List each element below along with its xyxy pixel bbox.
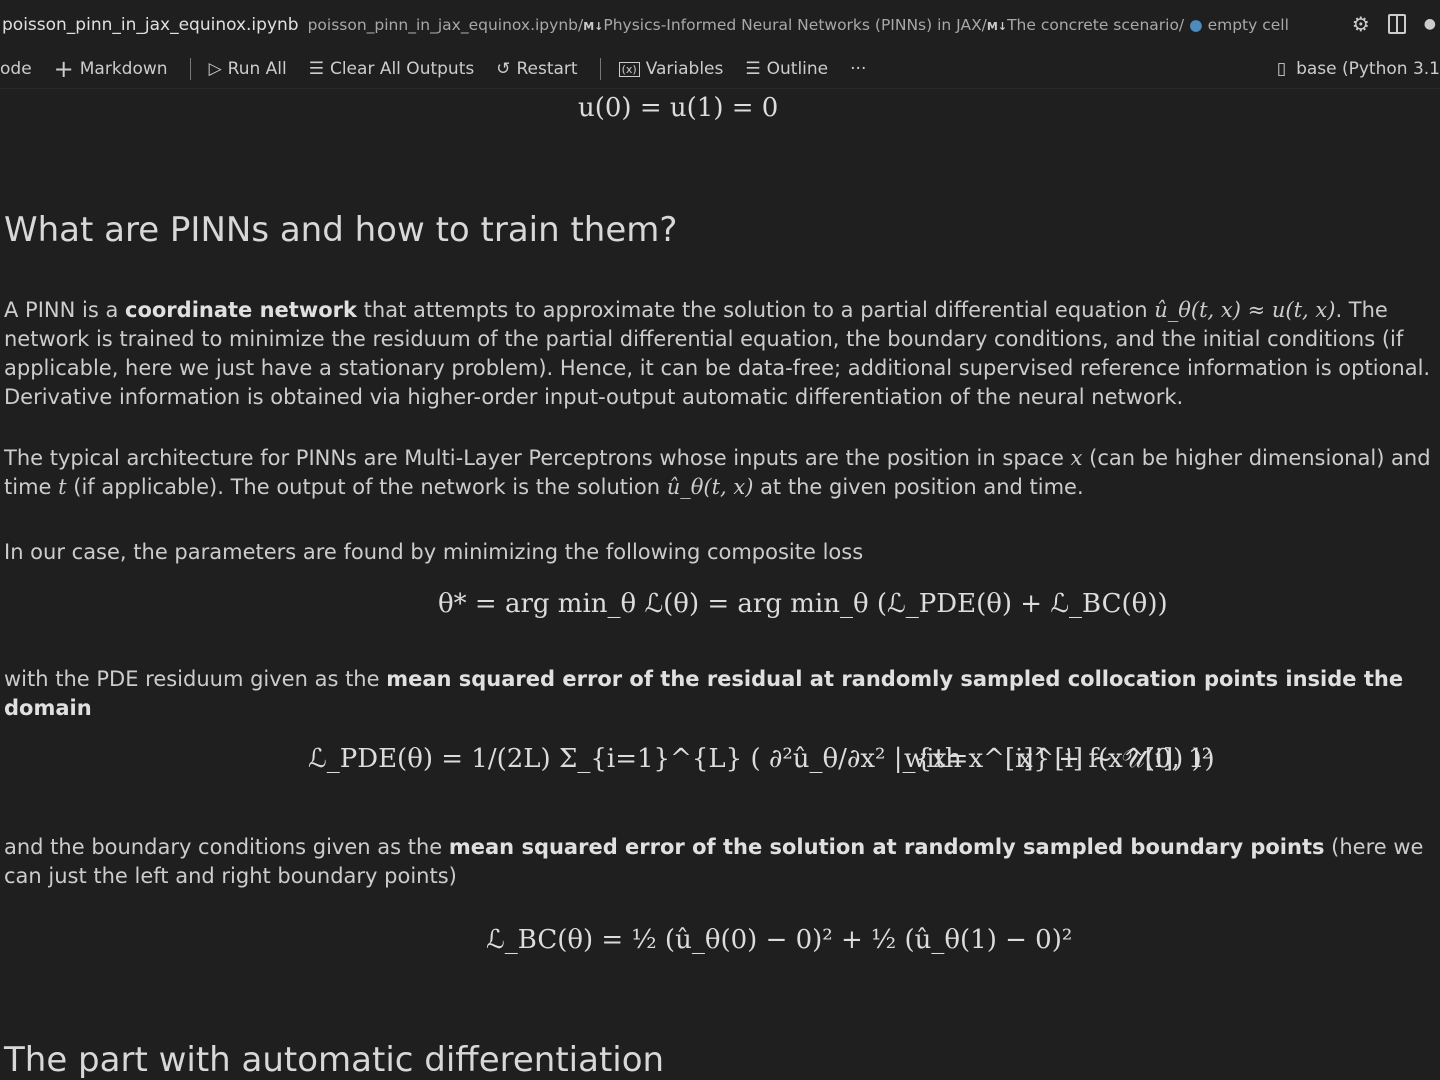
kernel-picker[interactable]: ▯ base (Python 3.1 bbox=[1277, 50, 1440, 88]
markdown-icon: M↓ bbox=[986, 20, 1008, 33]
run-all-icon: ▷ bbox=[208, 59, 222, 79]
python-icon: ● bbox=[1189, 16, 1203, 34]
notebook-toolbar: ode + Markdown ▷ Run All ☰ Clear All Output… bbox=[0, 50, 1440, 89]
clear-outputs-icon: ☰ bbox=[308, 59, 324, 79]
paragraph: In our case, the parameters are found by… bbox=[4, 540, 864, 564]
kernel-icon: ▯ bbox=[1276, 59, 1287, 79]
run-all-label: Run All bbox=[227, 59, 287, 79]
text: at the given position and time. bbox=[753, 475, 1084, 499]
breadcrumb-item[interactable]: The concrete scenario/ bbox=[1007, 16, 1184, 34]
equation-boundary: u(0) = u(1) = 0 bbox=[578, 93, 779, 123]
inline-math: û_θ(t, x) bbox=[666, 475, 754, 499]
paragraph: A PINN is a coordinate network that atte… bbox=[4, 296, 1440, 412]
text: (if applicable). The output of the netwo… bbox=[66, 475, 667, 499]
paragraph: with the PDE residuum given as the mean … bbox=[4, 665, 1440, 723]
inline-math: t bbox=[58, 475, 67, 499]
paragraph: and the boundary conditions given as the… bbox=[4, 833, 1440, 891]
variables-label: Variables bbox=[645, 59, 724, 79]
run-all-button[interactable]: ▷ Run All bbox=[209, 59, 287, 79]
notebook-titlebar: poisson_pinn_in_jax_equinox.ipynb poisso… bbox=[0, 0, 1440, 50]
inline-math: û_θ(t, x) ≈ u(t, x) bbox=[1154, 298, 1336, 322]
more-actions-button[interactable]: ··· bbox=[850, 59, 866, 79]
breadcrumb-item[interactable]: empty cell bbox=[1208, 16, 1289, 34]
bold-text: coordinate network bbox=[125, 298, 357, 322]
add-markdown-label: Markdown bbox=[79, 59, 168, 79]
variables-button[interactable]: (x) Variables bbox=[618, 59, 724, 79]
clear-all-outputs-button[interactable]: ☰ Clear All Outputs bbox=[309, 59, 475, 79]
divider bbox=[599, 58, 601, 80]
add-markdown-button[interactable]: + Markdown bbox=[54, 55, 168, 83]
paragraph: The typical architecture for PINNs are M… bbox=[4, 444, 1440, 502]
equation-bc-loss: ℒ_BC(θ) = ½ (û_θ(0) − 0)² + ½ (û_θ(1) − … bbox=[486, 925, 1073, 955]
text: The typical architecture for PINNs are M… bbox=[4, 446, 1071, 470]
restart-icon: ↺ bbox=[496, 59, 511, 79]
kernel-label: base (Python 3.1 bbox=[1296, 59, 1440, 79]
restart-label: Restart bbox=[516, 59, 578, 79]
text: A PINN is a bbox=[4, 298, 125, 322]
markdown-icon: M↓ bbox=[583, 20, 604, 33]
equation-with: with bbox=[904, 744, 962, 774]
outline-button[interactable]: ☰ Outline bbox=[745, 59, 828, 79]
variables-icon: (x) bbox=[618, 61, 640, 77]
bold-text: mean squared error of the solution at ra… bbox=[448, 835, 1325, 859]
split-editor-icon[interactable] bbox=[1387, 14, 1406, 34]
breadcrumb-item[interactable]: Physics-Informed Neural Networks (PINNs)… bbox=[603, 16, 987, 34]
divider bbox=[189, 58, 191, 80]
text: with the PDE residuum given as the bbox=[4, 667, 387, 691]
heading-pinns: What are PINNs and how to train them? bbox=[4, 210, 678, 250]
notebook-filename[interactable]: poisson_pinn_in_jax_equinox.ipynb bbox=[2, 15, 299, 35]
outline-label: Outline bbox=[766, 59, 829, 79]
add-code-button[interactable]: ode bbox=[0, 59, 32, 79]
breadcrumb: poisson_pinn_in_jax_equinox.ipynb/M↓Phys… bbox=[308, 16, 1289, 34]
plus-icon: + bbox=[53, 55, 74, 83]
inline-math: x bbox=[1070, 446, 1083, 470]
equation-composite-loss: θ* = arg min_θ ℒ(θ) = arg min_θ (ℒ_PDE(θ… bbox=[438, 589, 1168, 619]
text: and the boundary conditions given as the bbox=[4, 835, 449, 859]
text: that attempts to approximate the solutio… bbox=[356, 298, 1155, 322]
unsaved-dot-icon[interactable]: ● bbox=[1424, 16, 1436, 32]
add-code-label: ode bbox=[0, 59, 32, 79]
restart-button[interactable]: ↺ Restart bbox=[496, 59, 577, 79]
clear-label: Clear All Outputs bbox=[329, 59, 475, 79]
outline-icon: ☰ bbox=[745, 59, 761, 79]
breadcrumb-item[interactable]: poisson_pinn_in_jax_equinox.ipynb/ bbox=[308, 16, 584, 34]
heading-autodiff: The part with automatic differentiation bbox=[4, 1040, 665, 1080]
gear-icon[interactable]: ⚙ bbox=[1352, 12, 1370, 36]
equation-distribution: x^[i] ~ 𝒰(0, 1) bbox=[1018, 744, 1215, 774]
